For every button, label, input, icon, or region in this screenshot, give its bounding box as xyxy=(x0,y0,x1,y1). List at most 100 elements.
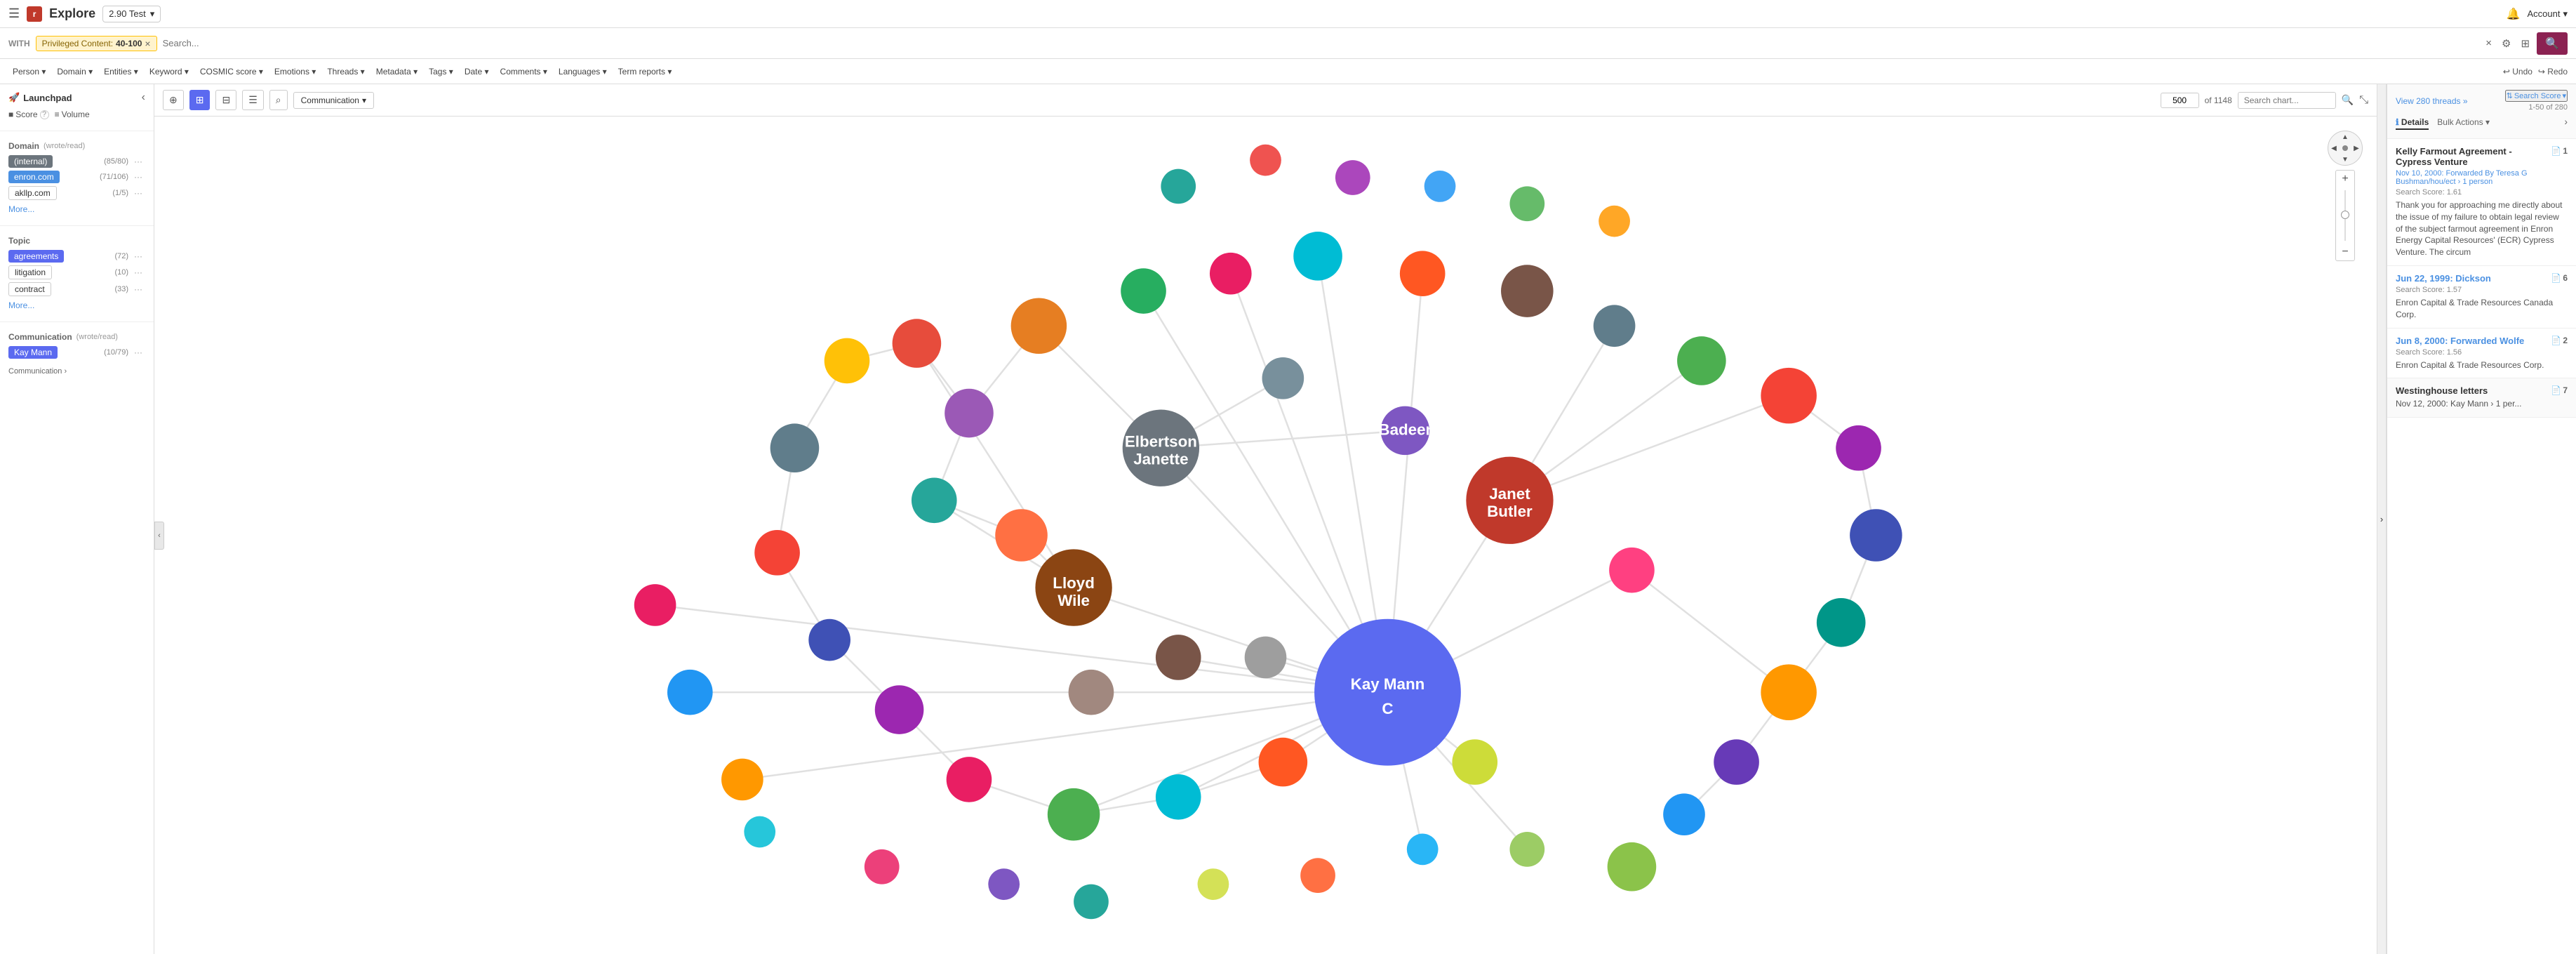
topic-menu-litigation[interactable]: ··· xyxy=(131,266,145,279)
view-mode-selector[interactable]: Communication ▾ xyxy=(293,92,374,109)
topic-menu-contract[interactable]: ··· xyxy=(131,283,145,296)
domain-menu-internal[interactable]: ··· xyxy=(131,155,145,168)
node-n32[interactable] xyxy=(721,759,763,801)
domain-menu-akllp[interactable]: ··· xyxy=(131,187,145,199)
filter-domain[interactable]: Domain ▾ xyxy=(53,65,97,79)
filter-cosmic[interactable]: COSMIC score ▾ xyxy=(196,65,267,79)
node-n21[interactable] xyxy=(1245,637,1287,679)
filter-date[interactable]: Date ▾ xyxy=(460,65,493,79)
domain-menu-enron[interactable]: ··· xyxy=(131,171,145,183)
node-n4[interactable] xyxy=(1121,268,1166,314)
notification-bell-icon[interactable]: 🔔 xyxy=(2507,7,2521,21)
clear-search-button[interactable]: × xyxy=(2483,34,2495,52)
table-row[interactable]: Westinghouse letters 📄 7 Nov 12, 2000: K… xyxy=(2387,378,2576,418)
collapse-left-panel-button[interactable]: ‹ xyxy=(142,91,145,104)
node-small4[interactable] xyxy=(1424,171,1456,202)
node-n16[interactable] xyxy=(1714,739,1759,785)
node-small3[interactable] xyxy=(1335,160,1370,195)
tool-zoom[interactable]: ⌕ xyxy=(269,90,288,110)
node-lloydwile[interactable] xyxy=(1035,549,1112,625)
tool-list[interactable]: ☰ xyxy=(242,90,264,110)
node-n34[interactable] xyxy=(634,584,676,626)
node-small9[interactable] xyxy=(988,868,1020,900)
node-n1[interactable] xyxy=(893,319,942,368)
node-small12[interactable] xyxy=(1300,858,1335,893)
node-janetbutler[interactable] xyxy=(1466,457,1553,544)
node-n27[interactable] xyxy=(808,619,850,661)
tool-grid[interactable]: ⊟ xyxy=(215,90,236,110)
node-n20[interactable] xyxy=(1156,635,1201,680)
topic-menu-agreements[interactable]: ··· xyxy=(131,250,145,263)
node-small14[interactable] xyxy=(1509,832,1544,867)
zoom-slider[interactable] xyxy=(2340,187,2351,244)
topic-tag-agreements[interactable]: agreements xyxy=(8,250,64,263)
node-n35[interactable] xyxy=(995,509,1048,562)
filter-languages[interactable]: Languages ▾ xyxy=(554,65,611,79)
score-question-icon[interactable]: ? xyxy=(40,110,49,119)
node-n17[interactable] xyxy=(1663,793,1705,835)
node-n11[interactable] xyxy=(1761,368,1817,424)
node-n15[interactable] xyxy=(1761,664,1817,720)
node-small5[interactable] xyxy=(1509,186,1544,221)
node-n26[interactable] xyxy=(875,685,924,734)
filter-metadata[interactable]: Metadata ▾ xyxy=(372,65,422,79)
network-graph[interactable]: Kay Mann C Lloyd Wile Janet Butler Elber… xyxy=(154,117,2377,954)
filter-termreports[interactable]: Term reports ▾ xyxy=(614,65,676,79)
node-small2[interactable] xyxy=(1250,145,1281,176)
nav-right-button[interactable]: ▶ xyxy=(2351,143,2362,154)
save-search-icon[interactable]: ⊞ xyxy=(2518,34,2533,53)
hamburger-menu-icon[interactable]: ☰ xyxy=(8,6,20,21)
redo-button[interactable]: ↪ Redo xyxy=(2538,67,2568,77)
view-threads-link[interactable]: View 280 threads » xyxy=(2396,96,2468,106)
node-n39[interactable] xyxy=(1262,357,1304,399)
account-button[interactable]: Account ▾ xyxy=(2527,8,2568,20)
node-small7[interactable] xyxy=(744,816,775,848)
domain-tag-internal[interactable]: (internal) xyxy=(8,155,53,168)
tab-details[interactable]: ℹ Details xyxy=(2396,116,2429,130)
node-kaymann[interactable] xyxy=(1314,619,1461,766)
expand-right-panel-button[interactable]: › xyxy=(2564,116,2568,130)
pagination-input[interactable] xyxy=(2161,93,2199,108)
node-n8[interactable] xyxy=(1501,265,1554,317)
node-small6[interactable] xyxy=(1599,206,1630,237)
filter-person[interactable]: Person ▾ xyxy=(8,65,50,79)
filter-tags[interactable]: Tags ▾ xyxy=(425,65,458,79)
node-elbertsonjanette[interactable] xyxy=(1123,410,1199,486)
node-small10[interactable] xyxy=(1074,885,1109,920)
search-settings-icon[interactable]: ⚙ xyxy=(2499,34,2514,53)
communication-tag-kaymann[interactable]: Kay Mann xyxy=(8,346,58,359)
node-n23[interactable] xyxy=(1156,774,1201,820)
node-n18[interactable] xyxy=(1608,842,1657,892)
node-small11[interactable] xyxy=(1198,868,1229,900)
table-row[interactable]: Jun 8, 2000: Forwarded Wolfe 📄 2 Search … xyxy=(2387,329,2576,379)
domain-more-button[interactable]: More... xyxy=(8,203,34,216)
nav-left-button[interactable]: ◀ xyxy=(2328,143,2340,154)
privilege-badge-close-icon[interactable]: × xyxy=(145,38,150,49)
node-small8[interactable] xyxy=(865,849,900,885)
node-n31[interactable] xyxy=(1452,739,1497,785)
topic-more-button[interactable]: More... xyxy=(8,299,34,312)
project-selector[interactable]: 2.90 Test ▾ xyxy=(102,6,161,22)
node-n10[interactable] xyxy=(1677,336,1726,385)
node-n30[interactable] xyxy=(825,338,870,384)
graph-nodes[interactable]: Kay Mann C Lloyd Wile Janet Butler Elber… xyxy=(634,145,1902,920)
node-n33[interactable] xyxy=(667,670,713,715)
zoom-thumb[interactable] xyxy=(2341,211,2349,219)
node-n29[interactable] xyxy=(770,423,820,472)
table-row[interactable]: Jun 22, 1999: Dickson 📄 6 Search Score: … xyxy=(2387,266,2576,329)
score-toggle[interactable]: ■ Score ? xyxy=(8,110,49,119)
node-n22[interactable] xyxy=(1259,738,1308,787)
node-n24[interactable] xyxy=(1048,788,1100,841)
node-n40[interactable] xyxy=(1069,670,1114,715)
collapse-right-panel-button[interactable]: › xyxy=(2377,84,2387,954)
node-n37[interactable] xyxy=(1381,406,1430,456)
node-n13[interactable] xyxy=(1850,509,1902,562)
node-n5[interactable] xyxy=(1210,253,1252,295)
filter-emotions[interactable]: Emotions ▾ xyxy=(270,65,320,79)
topic-tag-contract[interactable]: contract xyxy=(8,282,51,296)
node-n28[interactable] xyxy=(754,530,800,576)
filter-keyword[interactable]: Keyword ▾ xyxy=(145,65,193,79)
node-small1[interactable] xyxy=(1161,169,1196,204)
node-n2[interactable] xyxy=(945,389,994,438)
communication-menu-kaymann[interactable]: ··· xyxy=(131,346,145,359)
